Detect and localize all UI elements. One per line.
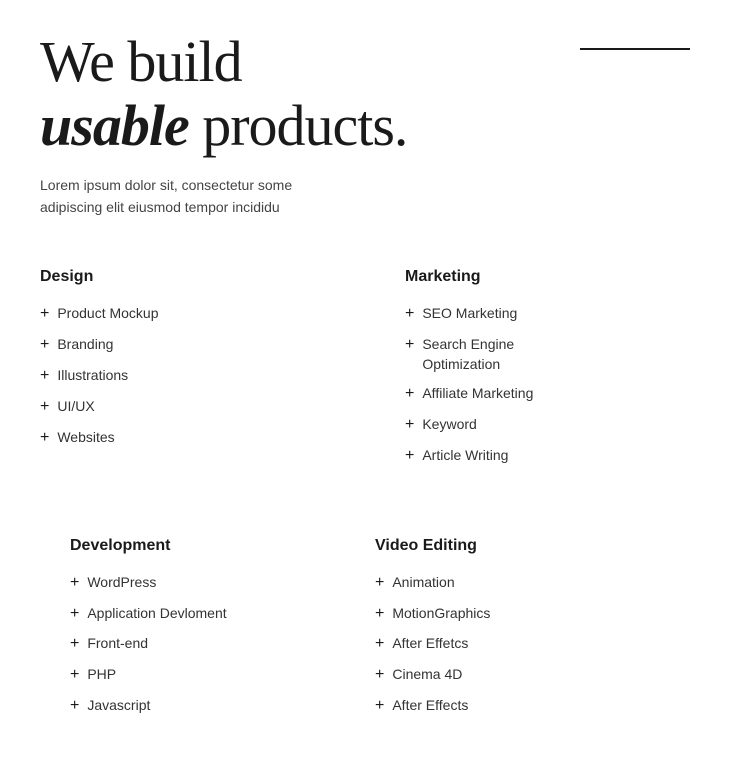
marketing-list: + SEO Marketing + Search EngineOptimizat… [405,304,700,466]
list-item: + Article Writing [405,446,700,467]
list-item: + After Effects [375,696,700,717]
title-bold: usable [40,93,189,158]
design-column: Design + Product Mockup + Branding + Ill… [40,248,375,496]
plus-icon: + [405,446,414,467]
row-divider [40,497,710,517]
item-label: Javascript [87,696,150,716]
plus-icon: + [40,304,49,325]
subtitle: Lorem ipsum dolor sit, consectetur some … [40,174,710,219]
plus-icon: + [375,604,384,625]
list-item: + Cinema 4D [375,665,700,686]
video-editing-list: + Animation + MotionGraphics + After Eff… [375,573,700,717]
item-label: Branding [57,335,113,355]
item-label: Article Writing [422,446,508,466]
decorative-line [580,48,690,50]
item-label: Front-end [87,634,148,654]
item-label: Affiliate Marketing [422,384,533,404]
development-list: + WordPress + Application Devloment + Fr… [70,573,365,717]
list-item: + Websites [40,428,365,449]
item-label: UI/UX [57,397,94,417]
plus-icon: + [405,415,414,436]
title-line1: We build [40,29,242,94]
plus-icon: + [70,604,79,625]
plus-icon: + [70,634,79,655]
plus-icon: + [375,634,384,655]
item-label: After Effects [392,696,468,716]
plus-icon: + [375,665,384,686]
plus-icon: + [405,384,414,405]
list-item: + PHP [70,665,365,686]
video-editing-title: Video Editing [375,537,700,555]
subtitle-line1: Lorem ipsum dolor sit, consectetur some [40,177,292,193]
plus-icon: + [375,696,384,717]
item-label: Animation [392,573,454,593]
video-editing-column: Video Editing + Animation + MotionGraphi… [375,517,710,747]
plus-icon: + [70,665,79,686]
item-label: Search EngineOptimization [422,335,514,374]
item-label: Cinema 4D [392,665,462,685]
item-label: Application Devloment [87,604,226,624]
item-label: After Effetcs [392,634,468,654]
list-item: + Affiliate Marketing [405,384,700,405]
list-item: + After Effetcs [375,634,700,655]
plus-icon: + [70,696,79,717]
list-item: + Front-end [70,634,365,655]
item-label: SEO Marketing [422,304,517,324]
plus-icon: + [375,573,384,594]
list-item: + Javascript [70,696,365,717]
page-container: We build usable products. Lorem ipsum do… [40,30,710,747]
list-item: + Illustrations [40,366,365,387]
header-section: We build usable products. Lorem ipsum do… [40,30,710,218]
item-label: Product Mockup [57,304,158,324]
marketing-title: Marketing [405,268,700,286]
list-item: + UI/UX [40,397,365,418]
plus-icon: + [405,335,414,356]
item-label: MotionGraphics [392,604,490,624]
design-list: + Product Mockup + Branding + Illustrati… [40,304,365,448]
plus-icon: + [40,366,49,387]
list-item: + Branding [40,335,365,356]
design-title: Design [40,268,365,286]
item-label: WordPress [87,573,156,593]
list-item: + Product Mockup [40,304,365,325]
list-item: + Animation [375,573,700,594]
list-item: + Search EngineOptimization [405,335,700,374]
list-item: + Keyword [405,415,700,436]
item-label: Keyword [422,415,476,435]
plus-icon: + [405,304,414,325]
title-suffix: products. [189,93,408,158]
development-column: Development + WordPress + Application De… [40,517,375,747]
plus-icon: + [40,397,49,418]
list-item: + Application Devloment [70,604,365,625]
plus-icon: + [40,428,49,449]
subtitle-line2: adipiscing elit eiusmod tempor incididu [40,199,280,215]
list-item: + WordPress [70,573,365,594]
development-title: Development [70,537,365,555]
plus-icon: + [40,335,49,356]
services-grid: Design + Product Mockup + Branding + Ill… [40,248,710,746]
item-label: PHP [87,665,116,685]
list-item: + SEO Marketing [405,304,700,325]
item-label: Illustrations [57,366,128,386]
plus-icon: + [70,573,79,594]
marketing-column: Marketing + SEO Marketing + Search Engin… [375,248,710,496]
item-label: Websites [57,428,114,448]
list-item: + MotionGraphics [375,604,700,625]
